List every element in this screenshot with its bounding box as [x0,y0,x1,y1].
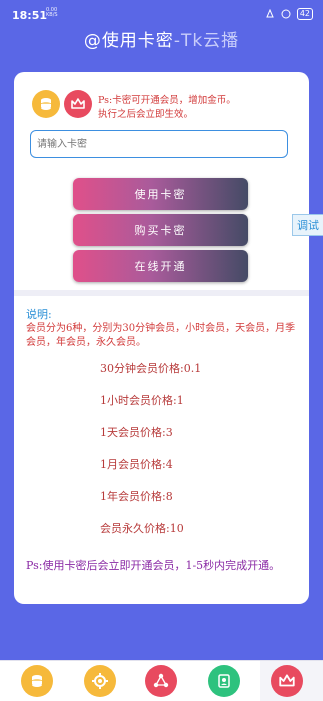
price-item: 1年会员价格:8 [100,490,173,503]
nav-settings[interactable] [84,665,116,697]
price-item: 30分钟会员价格:0.1 [100,362,202,375]
nav-coins[interactable] [21,665,53,697]
nav-share[interactable] [145,665,177,697]
share-icon [153,673,169,688]
page-title: @使用卡密-Tk云播 [0,26,323,51]
price-item: 1小时会员价格:1 [100,394,184,407]
nav-vip[interactable] [271,665,303,697]
alarm-icon [266,9,274,18]
coins-icon [32,675,42,687]
explain-section: 说明: 会员分为6种，分别为30分钟会员，小时会员，天会员，月季会员，年会员，永… [26,308,301,350]
gear-icon [92,673,108,689]
crown-icon [279,674,295,687]
tail-note: Ps:使用卡密后会立即开通会员，1-5秒内完成开通。 [26,559,281,572]
contact-icon [218,674,230,688]
nfc-icon [281,9,291,19]
status-icons: 42 [265,8,313,20]
card-icons [32,90,92,118]
status-time: 18:51 [12,9,48,22]
debug-tab[interactable]: 调试 [292,214,323,236]
title-tag: -Tk云播 [173,31,240,51]
online-open-button[interactable]: 在线开通 [73,250,248,282]
explain-body: 会员分为6种，分别为30分钟会员，小时会员，天会员，月季会员，年会员，永久会员。 [26,323,296,348]
price-item: 会员永久价格:10 [100,522,184,535]
ps-note: Ps:卡密可开通会员，增加金币。 执行之后会立即生效。 [98,95,236,120]
price-item: 1天会员价格:3 [100,426,173,439]
explain-heading: 说明: [26,308,52,321]
main-card: Ps:卡密可开通会员，增加金币。 执行之后会立即生效。 使用卡密 购买卡密 在线… [14,72,309,604]
crown-icon [64,90,92,118]
card-code-input[interactable] [30,130,288,158]
use-card-button[interactable]: 使用卡密 [73,178,248,210]
battery-indicator: 42 [296,8,313,20]
network-speed: 0.00 KB/S [46,7,58,18]
divider [14,290,309,296]
coins-icon [32,90,60,118]
nav-contact[interactable] [208,665,240,697]
buy-card-button[interactable]: 购买卡密 [73,214,248,246]
price-item: 1月会员价格:4 [100,458,173,471]
bottom-nav [0,660,323,701]
title-main: @使用卡密 [83,31,174,51]
